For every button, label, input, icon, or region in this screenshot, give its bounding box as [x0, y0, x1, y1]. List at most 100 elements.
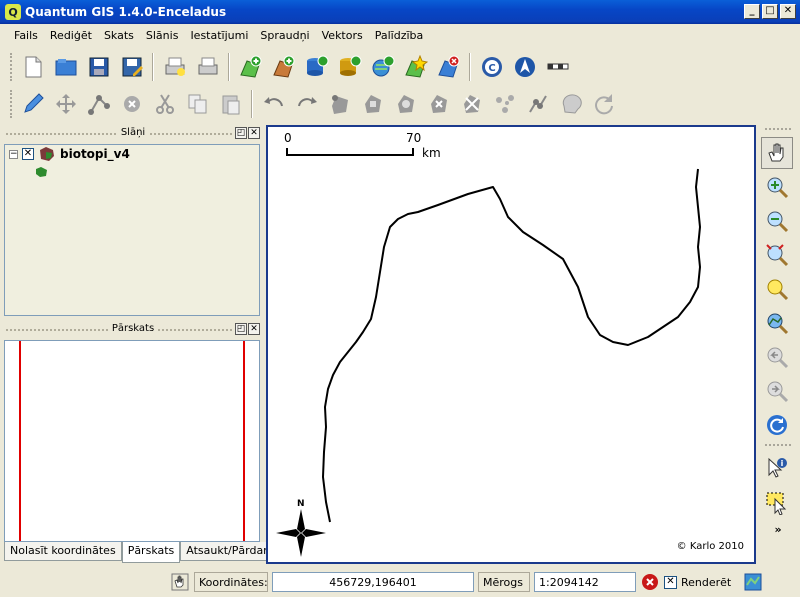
- add-raster-layer-icon[interactable]: [269, 52, 299, 82]
- toolbar-grip[interactable]: [10, 90, 14, 118]
- undo-icon[interactable]: [259, 89, 289, 119]
- reshape-icon[interactable]: [457, 89, 487, 119]
- menu-file[interactable]: Fails: [8, 29, 44, 42]
- add-vector-layer-icon[interactable]: [236, 52, 266, 82]
- new-vector-layer-icon[interactable]: [401, 52, 431, 82]
- save-project-icon[interactable]: [84, 52, 114, 82]
- toolbar-grip[interactable]: [10, 53, 14, 81]
- stop-render-icon[interactable]: [640, 572, 660, 592]
- node-tool-icon[interactable]: [84, 89, 114, 119]
- delete-ring-icon[interactable]: [391, 89, 421, 119]
- tab-overview[interactable]: Pārskats: [121, 542, 181, 563]
- coordinates-label: Koordinātes:: [194, 572, 268, 592]
- simplify-icon[interactable]: [556, 89, 586, 119]
- layer-item[interactable]: − ✕ biotopi_v4: [5, 145, 259, 163]
- maximize-button[interactable]: □: [762, 4, 778, 19]
- copy-features-icon[interactable]: [183, 89, 213, 119]
- region-boundary: [322, 168, 701, 523]
- toolbar-separator: [152, 53, 154, 81]
- scale-bar-icon[interactable]: [543, 52, 573, 82]
- polygon-layer-icon: [40, 147, 54, 161]
- layer-legend-item: [5, 163, 259, 181]
- toggle-editing-icon[interactable]: [18, 89, 48, 119]
- print-icon[interactable]: [193, 52, 223, 82]
- add-spatialite-layer-icon[interactable]: [335, 52, 365, 82]
- render-label: Renderēt: [681, 575, 732, 589]
- close-button[interactable]: ✕: [780, 4, 796, 19]
- more-tools-chevron-icon[interactable]: »: [759, 523, 797, 536]
- menu-vector[interactable]: Vektors: [316, 29, 369, 42]
- toolbar-grip[interactable]: [765, 128, 791, 134]
- scale-field[interactable]: 1:2094142: [534, 572, 636, 592]
- render-checkbox[interactable]: ✕: [664, 575, 677, 589]
- cut-features-icon[interactable]: [150, 89, 180, 119]
- map-canvas[interactable]: 0 70 km N © Karlo 2010: [266, 125, 756, 564]
- coordinates-field[interactable]: 456729,196401: [272, 572, 474, 592]
- overview-dock-header: Pārskats ◰ ✕: [4, 323, 262, 337]
- redo-icon[interactable]: [292, 89, 322, 119]
- tab-coordinate-capture[interactable]: Nolasīt koordinātes: [4, 542, 122, 561]
- remove-layer-icon[interactable]: [434, 52, 464, 82]
- toolbar-separator: [228, 53, 230, 81]
- menu-layer[interactable]: Slānis: [140, 29, 185, 42]
- select-features-icon[interactable]: [761, 487, 793, 519]
- layer-symbol-icon: [36, 167, 47, 177]
- identify-icon[interactable]: i: [761, 453, 793, 485]
- copyright-label-icon[interactable]: C: [477, 52, 507, 82]
- move-feature-icon[interactable]: [51, 89, 81, 119]
- zoom-in-icon[interactable]: [761, 171, 793, 203]
- compass-rose-icon: [276, 509, 326, 557]
- pan-icon[interactable]: [761, 137, 793, 169]
- layers-panel[interactable]: − ✕ biotopi_v4: [4, 144, 260, 316]
- zoom-out-icon[interactable]: [761, 205, 793, 237]
- delete-part-icon[interactable]: [424, 89, 454, 119]
- layer-expander[interactable]: −: [9, 149, 18, 159]
- split-features-icon[interactable]: [490, 89, 520, 119]
- toolbar-grip[interactable]: [765, 444, 791, 450]
- layers-float-button[interactable]: ◰: [235, 127, 247, 139]
- status-bar: Koordinātes: 456729,196401 Mērogs 1:2094…: [0, 567, 800, 597]
- menu-view[interactable]: Skats: [98, 29, 140, 42]
- zoom-next-icon[interactable]: [761, 375, 793, 407]
- north-label: N: [297, 499, 305, 509]
- open-project-icon[interactable]: [51, 52, 81, 82]
- add-wms-layer-icon[interactable]: [368, 52, 398, 82]
- menu-help[interactable]: Palīdzība: [369, 29, 430, 42]
- zoom-to-selection-icon[interactable]: [761, 273, 793, 305]
- delete-selected-icon[interactable]: [117, 89, 147, 119]
- title-bar: Q Quantum GIS 1.4.0-Enceladus _ □ ✕: [0, 0, 800, 24]
- new-project-icon[interactable]: [18, 52, 48, 82]
- add-ring-icon[interactable]: [325, 89, 355, 119]
- zoom-last-icon[interactable]: [761, 341, 793, 373]
- north-arrow-icon[interactable]: [510, 52, 540, 82]
- overview-dock-title: Pārskats: [108, 323, 158, 334]
- overview-map[interactable]: [4, 340, 260, 542]
- window-title: Quantum GIS 1.4.0-Enceladus: [25, 5, 227, 19]
- save-as-icon[interactable]: [117, 52, 147, 82]
- layer-visibility-checkbox[interactable]: ✕: [22, 148, 34, 160]
- coordinate-toggle-icon[interactable]: [170, 572, 190, 592]
- zoom-full-icon[interactable]: [761, 239, 793, 271]
- menu-bar: Fails Rediģēt Skats Slānis Iestatījumi S…: [0, 24, 800, 46]
- overview-float-button[interactable]: ◰: [235, 323, 247, 335]
- rotate-point-icon[interactable]: [589, 89, 619, 119]
- menu-edit[interactable]: Rediģēt: [44, 29, 98, 42]
- minimize-button[interactable]: _: [744, 4, 760, 19]
- layers-close-button[interactable]: ✕: [248, 127, 260, 139]
- menu-settings[interactable]: Iestatījumi: [184, 29, 254, 42]
- menu-plugins[interactable]: Spraudņi: [254, 29, 315, 42]
- merge-features-icon[interactable]: [523, 89, 553, 119]
- layers-dock-title: Slāņi: [117, 127, 149, 138]
- overview-close-button[interactable]: ✕: [248, 323, 260, 335]
- toolbar-separator: [469, 53, 471, 81]
- add-island-icon[interactable]: [358, 89, 388, 119]
- paste-features-icon[interactable]: [216, 89, 246, 119]
- svg-text:i: i: [781, 459, 784, 468]
- layers-dock-header: Slāņi ◰ ✕: [4, 127, 262, 141]
- projection-icon[interactable]: [743, 572, 763, 592]
- zoom-to-layer-icon[interactable]: [761, 307, 793, 339]
- add-postgis-layer-icon[interactable]: [302, 52, 332, 82]
- print-composer-icon[interactable]: [160, 52, 190, 82]
- north-arrow: N: [276, 499, 328, 557]
- refresh-icon[interactable]: [761, 409, 793, 441]
